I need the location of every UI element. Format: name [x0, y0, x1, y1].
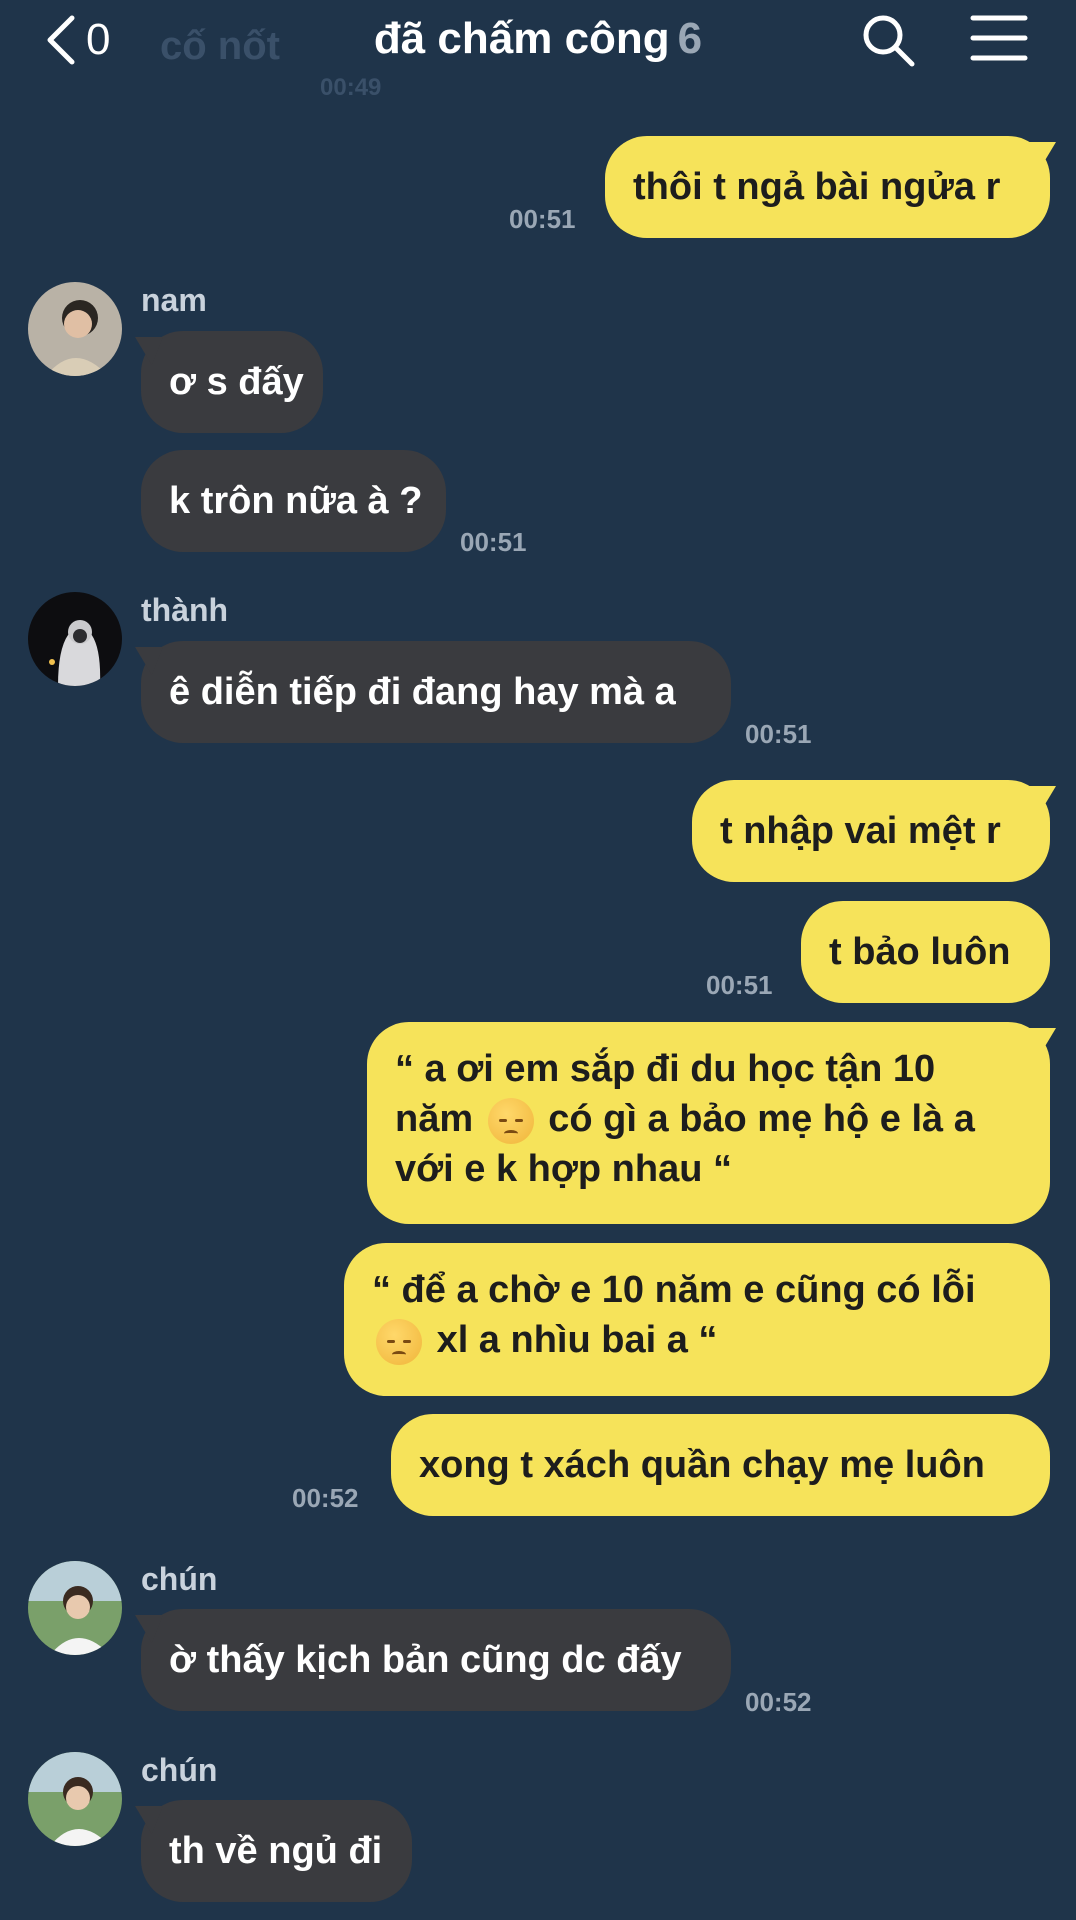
message-bubble-incoming[interactable]: th về ngủ đi: [141, 1800, 412, 1902]
menu-button[interactable]: [970, 12, 1028, 69]
message-bubble-outgoing[interactable]: “ a ơi em sắp đi du học tận 10 năm có gì…: [367, 1022, 1050, 1224]
message-time: 00:51: [460, 527, 527, 557]
message-text: ơ s đấy: [169, 361, 304, 403]
message-bubble-outgoing[interactable]: xong t xách quần chạy mẹ luôn: [391, 1414, 1050, 1516]
message-bubble-outgoing[interactable]: t nhập vai mệt r: [692, 780, 1050, 882]
message-bubble-outgoing[interactable]: “ để a chờ e 10 năm e cũng có lỗi xl a n…: [344, 1243, 1050, 1396]
pensive-face-emoji: [487, 1097, 534, 1144]
chat-header: cố nốt 00:49 0 đã chấm công 6: [0, 0, 1076, 101]
search-button[interactable]: [860, 12, 916, 73]
message-text: k trôn nữa à ?: [169, 480, 423, 522]
message-bubble-incoming[interactable]: k trôn nữa à ?: [141, 450, 446, 552]
message-text-part: xl a nhìu bai a “: [436, 1319, 718, 1361]
message-text: “ để a chờ e 10 năm e cũng có lỗi xl a n…: [372, 1265, 1022, 1365]
sender-name: chún: [141, 1752, 218, 1788]
message-text: t bảo luôn: [829, 931, 1011, 973]
ghost-message-time: 00:49: [320, 74, 382, 101]
message-bubble-incoming[interactable]: ê diễn tiếp đi đang hay mà a: [141, 641, 731, 743]
sender-name: chún: [141, 1561, 218, 1597]
avatar[interactable]: [28, 1561, 122, 1655]
message-time: 00:52: [745, 1687, 812, 1717]
pensive-face-emoji: [376, 1318, 422, 1365]
sender-name: thành: [141, 592, 229, 628]
message-bubble-outgoing[interactable]: thôi t ngả bài ngửa r: [605, 136, 1050, 238]
chat-title-text: đã chấm công: [373, 14, 670, 63]
message-text: “ a ơi em sắp đi du học tận 10 năm có gì…: [395, 1044, 1022, 1194]
message-text: th về ngủ đi: [169, 1830, 383, 1872]
avatar[interactable]: [28, 282, 122, 376]
avatar[interactable]: [28, 592, 122, 686]
avatar[interactable]: [28, 1752, 122, 1846]
message-time: 00:52: [292, 1483, 359, 1513]
message-text-part: có gì a bảo mẹ hộ e là a với e k hợp nha…: [395, 1098, 975, 1190]
message-bubble-incoming[interactable]: ơ s đấy: [141, 331, 323, 433]
message-text-part: “ để a chờ e 10 năm e cũng có lỗi: [372, 1269, 976, 1311]
message-bubble-outgoing[interactable]: t bảo luôn: [801, 901, 1050, 1003]
hamburger-menu-icon: [970, 15, 1028, 68]
message-text: ờ thấy kịch bản cũng dc đấy: [169, 1639, 682, 1681]
sender-name: nam: [141, 282, 207, 318]
message-time: 00:51: [706, 970, 773, 1000]
search-icon: [860, 15, 916, 72]
message-bubble-incoming[interactable]: ờ thấy kịch bản cũng dc đấy: [141, 1609, 731, 1711]
message-text: thôi t ngả bài ngửa r: [633, 166, 1001, 208]
member-count: 6: [677, 14, 703, 63]
message-text: xong t xách quần chạy mẹ luôn: [419, 1444, 985, 1486]
message-text: t nhập vai mệt r: [720, 810, 1001, 852]
message-time: 00:51: [745, 719, 812, 749]
message-time: 00:51: [509, 204, 576, 234]
message-text: ê diễn tiếp đi đang hay mà a: [169, 671, 676, 713]
